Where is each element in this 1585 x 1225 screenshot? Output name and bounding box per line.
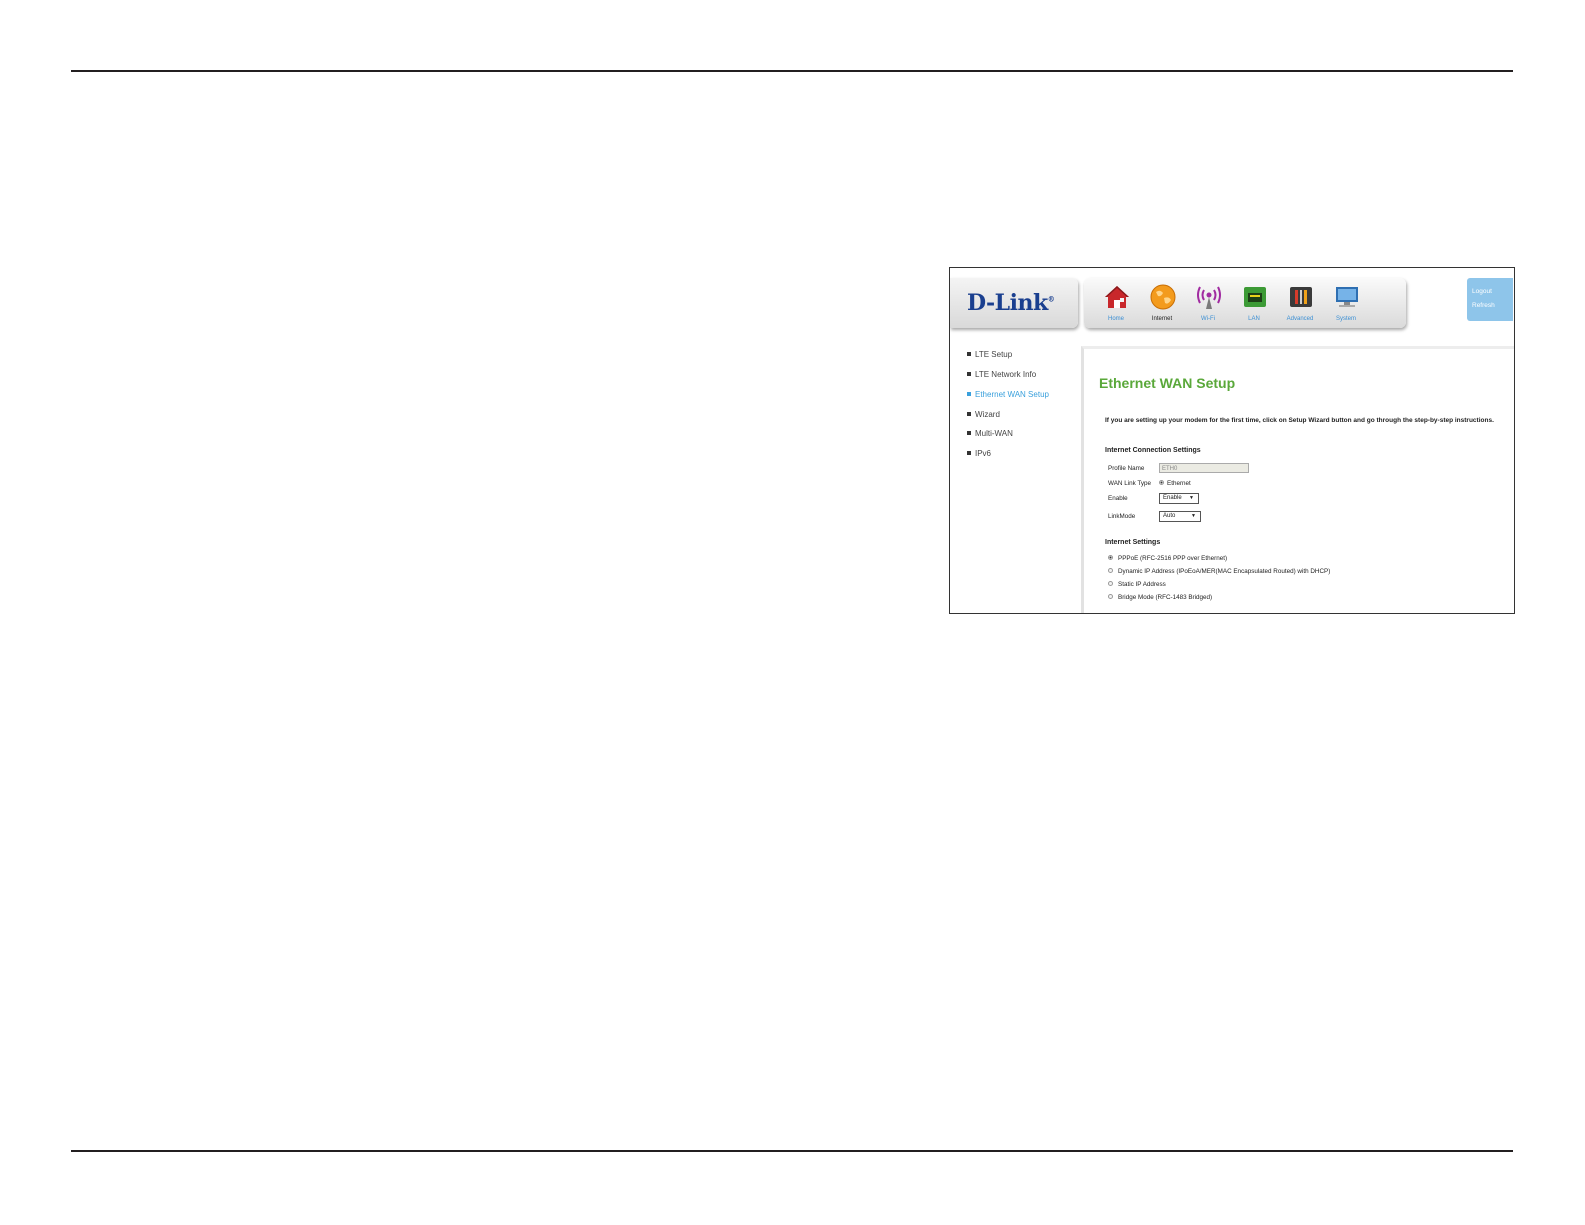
intro-text: If you are setting up your modem for the… (1105, 417, 1494, 424)
static-ip-label: Static IP Address (1118, 581, 1166, 588)
refresh-link[interactable]: Refresh (1472, 302, 1495, 309)
dlink-logo: D-Link® (967, 290, 1055, 316)
nav-system-label: System (1335, 316, 1356, 322)
sidebar-item-label: LTE Setup (975, 350, 1013, 359)
sidebar-item-wizard[interactable]: Wizard (967, 410, 1000, 419)
enable-select-value: Enable (1163, 495, 1182, 501)
nav-advanced[interactable]: Advanced (1278, 278, 1322, 328)
linkmode-select[interactable]: Auto ▼ (1159, 511, 1201, 522)
globe-icon (1150, 284, 1176, 310)
nav-wifi-label: Wi-Fi (1201, 316, 1215, 322)
home-icon (1105, 286, 1129, 308)
bullet (967, 351, 971, 356)
bullet (967, 430, 971, 435)
page-title: Ethernet WAN Setup (1099, 375, 1236, 391)
nav-system[interactable]: System (1324, 278, 1368, 328)
static-ip-radio[interactable] (1108, 581, 1113, 586)
wifi-icon (1197, 286, 1221, 309)
sidebar-item-label: IPv6 (975, 449, 992, 458)
sidebar-item-lte-network-info[interactable]: LTE Network Info (967, 370, 1036, 379)
dropdown-arrow-icon: ▼ (1191, 513, 1196, 519)
tools-icon (1290, 287, 1312, 307)
sidebar-item-multi-wan[interactable]: Multi-WAN (967, 429, 1013, 438)
nav-home-label: Home (1107, 316, 1124, 322)
logo-panel: D-Link® (950, 278, 1078, 328)
profile-name-label: Profile Name (1108, 465, 1145, 472)
bullet (967, 450, 971, 455)
nav-lan-label: LAN (1248, 316, 1260, 322)
top-rule (71, 70, 1513, 72)
dynamic-ip-label: Dynamic IP Address (IPoEoA/MER(MAC Encap… (1118, 568, 1331, 575)
router-admin-screenshot: D-Link® Home Internet Wi-Fi LAN Advanced… (949, 267, 1515, 614)
nav-lan[interactable]: LAN (1232, 278, 1276, 328)
nav-wifi[interactable]: Wi-Fi (1186, 278, 1230, 328)
top-nav: Home Internet Wi-Fi LAN Advanced System (1084, 278, 1406, 328)
sidebar-item-ipv6[interactable]: IPv6 (967, 449, 991, 458)
dropdown-arrow-icon: ▼ (1189, 495, 1194, 501)
nav-internet[interactable]: Internet (1140, 278, 1184, 328)
bottom-rule (71, 1150, 1513, 1152)
sidebar-item-label: Multi-WAN (975, 429, 1013, 438)
lan-port-icon (1244, 287, 1266, 307)
sidebar-item-label: Ethernet WAN Setup (975, 390, 1049, 399)
pppoe-radio[interactable] (1108, 555, 1113, 560)
wan-link-type-ethernet-radio[interactable] (1159, 480, 1164, 485)
nav-internet-label: Internet (1151, 316, 1173, 322)
enable-select[interactable]: Enable ▼ (1159, 493, 1199, 504)
enable-label: Enable (1108, 495, 1128, 502)
sidebar-item-label: Wizard (975, 410, 1000, 419)
account-panel: Logout Refresh (1467, 278, 1513, 321)
sidebar-item-lte-setup[interactable]: LTE Setup (967, 350, 1012, 359)
connection-settings-heading: Internet Connection Settings (1105, 447, 1201, 454)
logout-link[interactable]: Logout (1472, 288, 1492, 295)
sidebar-item-ethernet-wan-setup[interactable]: Ethernet WAN Setup (967, 390, 1049, 399)
sidebar-item-label: LTE Network Info (975, 370, 1037, 379)
pppoe-label: PPPoE (RFC-2516 PPP over Ethernet) (1118, 555, 1228, 562)
bridge-mode-label: Bridge Mode (RFC-1483 Bridged) (1118, 594, 1213, 601)
nav-advanced-label: Advanced (1286, 316, 1314, 322)
wan-link-type-value: Ethernet (1167, 480, 1191, 487)
nav-home[interactable]: Home (1094, 278, 1138, 328)
profile-name-field[interactable]: ETH0 (1159, 463, 1249, 473)
internet-settings-heading: Internet Settings (1105, 539, 1161, 546)
content-panel: Ethernet WAN Setup If you are setting up… (1081, 346, 1514, 613)
linkmode-label: LinkMode (1108, 513, 1136, 520)
linkmode-select-value: Auto (1163, 513, 1176, 519)
bullet (967, 411, 971, 416)
monitor-icon (1336, 287, 1358, 307)
bullet (967, 391, 971, 396)
bridge-mode-radio[interactable] (1108, 594, 1113, 599)
dynamic-ip-radio[interactable] (1108, 568, 1113, 573)
bullet (967, 371, 971, 376)
wan-link-type-label: WAN Link Type (1108, 480, 1152, 487)
